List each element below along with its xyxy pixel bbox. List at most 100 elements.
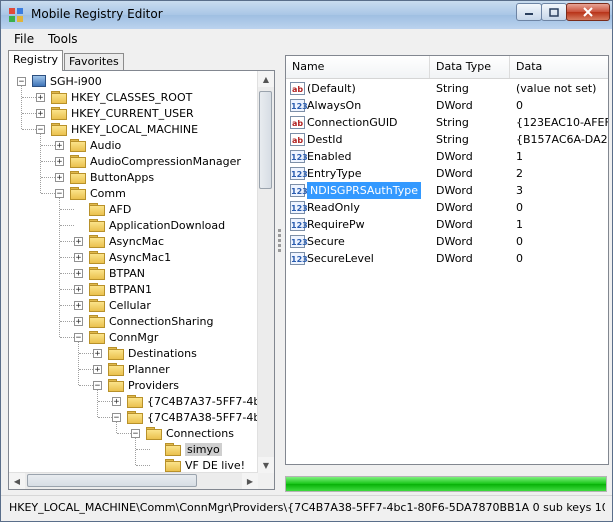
maximize-button[interactable]: [541, 3, 567, 21]
folder-icon: [165, 458, 181, 472]
value-type-cell: DWord: [436, 218, 473, 231]
expand-icon[interactable]: +: [55, 140, 64, 150]
tab-registry[interactable]: Registry: [8, 50, 64, 71]
value-row[interactable]: 123 EntryType DWord 2: [286, 165, 608, 182]
collapse-icon[interactable]: −: [74, 332, 83, 342]
expand-icon[interactable]: +: [74, 236, 83, 246]
registry-tree-view[interactable]: − SGH-i900 + HKEY_CLASSES_ROOT + HKEY_CURRENT…: [8, 70, 275, 490]
value-row[interactable]: ab (Default) String (value not set): [286, 80, 608, 97]
tree-node-label: HKEY_CURRENT_USER: [71, 106, 194, 120]
value-row[interactable]: 123 NDISGPRSAuthType DWord 3: [286, 182, 608, 199]
scroll-up-button[interactable]: ▲: [258, 71, 274, 87]
expand-icon[interactable]: +: [74, 268, 83, 278]
column-header-data[interactable]: Data: [510, 56, 608, 78]
tree-node-label: AFD: [109, 202, 132, 216]
collapse-icon[interactable]: −: [131, 428, 140, 438]
tree-node[interactable]: + Destinations: [93, 345, 197, 361]
value-row[interactable]: 123 Enabled DWord 1: [286, 148, 608, 165]
tree-node[interactable]: + Cellular: [74, 297, 151, 313]
tree-node[interactable]: simyo: [150, 441, 222, 457]
scroll-left-button[interactable]: ◀: [9, 473, 25, 489]
expand-icon[interactable]: +: [74, 300, 83, 310]
folder-icon: [70, 138, 86, 152]
tree-node[interactable]: VF DE live!: [150, 457, 245, 473]
arrow-down-icon: ▼: [262, 460, 270, 470]
tree-vertical-scrollbar[interactable]: ▲ ▼: [257, 71, 274, 473]
expand-icon[interactable]: +: [93, 348, 102, 358]
column-header-name[interactable]: Name: [286, 56, 430, 78]
menu-file[interactable]: File: [14, 32, 34, 46]
expand-icon[interactable]: +: [74, 284, 83, 294]
tree-node[interactable]: + HKEY_CLASSES_ROOT: [36, 89, 192, 105]
tree-node[interactable]: + {7C4B7A37-5FF7-4bc: [112, 393, 258, 409]
folder-icon: [89, 202, 105, 216]
expand-icon[interactable]: +: [36, 108, 45, 118]
tree-node[interactable]: − HKEY_LOCAL_MACHINE: [36, 121, 198, 137]
expand-icon[interactable]: +: [74, 252, 83, 262]
expand-icon[interactable]: +: [36, 92, 45, 102]
value-row[interactable]: 123 AlwaysOn DWord 0: [286, 97, 608, 114]
tree-node[interactable]: + AsyncMac: [74, 233, 164, 249]
collapse-icon[interactable]: −: [93, 380, 102, 390]
tab-favorites[interactable]: Favorites: [64, 53, 124, 70]
tree-connector-line: [41, 161, 55, 162]
column-header-data-type[interactable]: Data Type: [430, 56, 510, 78]
tree-vertical-scroll-thumb[interactable]: [259, 91, 272, 189]
tree-node[interactable]: − ConnMgr: [74, 329, 158, 345]
folder-icon: [89, 218, 105, 232]
tree-connector-line: [79, 353, 93, 354]
dword-value-icon: 123: [290, 218, 308, 231]
value-name-cell: 123 Secure: [290, 233, 430, 250]
tree-node[interactable]: ApplicationDownload: [74, 217, 225, 233]
collapse-icon[interactable]: −: [17, 76, 26, 86]
expand-icon[interactable]: +: [55, 172, 64, 182]
pane-splitter[interactable]: [275, 55, 285, 489]
folder-icon: [89, 330, 105, 344]
tree-horizontal-scrollbar[interactable]: ◀ ▶: [9, 472, 258, 489]
collapse-icon[interactable]: −: [112, 412, 121, 422]
close-button[interactable]: [566, 3, 610, 21]
tree-node[interactable]: − Connections: [131, 425, 234, 441]
tree-node[interactable]: AFD: [74, 201, 131, 217]
expand-icon[interactable]: +: [112, 396, 121, 406]
value-type-cell: DWord: [436, 252, 473, 265]
tree-node[interactable]: + AudioCompressionManager: [55, 153, 241, 169]
tree-node[interactable]: + BTPAN: [74, 265, 145, 281]
values-list-view[interactable]: Name Data Type Data ab (Default) String (va…: [285, 55, 609, 465]
value-row[interactable]: 123 ReadOnly DWord 0: [286, 199, 608, 216]
tree-node[interactable]: + ButtonApps: [55, 169, 154, 185]
tree-node[interactable]: + Audio: [55, 137, 121, 153]
folder-icon: [51, 106, 67, 120]
tree-node[interactable]: − Comm: [55, 185, 126, 201]
tree-node[interactable]: + HKEY_CURRENT_USER: [36, 105, 194, 121]
value-row[interactable]: 123 RequirePw DWord 1: [286, 216, 608, 233]
tree-node[interactable]: + AsyncMac1: [74, 249, 171, 265]
menu-tools[interactable]: Tools: [48, 32, 78, 46]
tree-node[interactable]: + ConnectionSharing: [74, 313, 213, 329]
value-name: (Default): [307, 82, 356, 95]
title-bar[interactable]: Mobile Registry Editor: [1, 1, 612, 29]
expand-icon[interactable]: +: [55, 156, 64, 166]
scroll-down-button[interactable]: ▼: [258, 457, 274, 473]
tree-connector-line: [59, 198, 60, 337]
value-row[interactable]: 123 Secure DWord 0: [286, 233, 608, 250]
collapse-icon[interactable]: −: [36, 124, 45, 134]
expand-icon[interactable]: +: [93, 364, 102, 374]
expand-icon[interactable]: +: [74, 316, 83, 326]
minimize-button[interactable]: [516, 3, 542, 21]
tree-node-label: Comm: [90, 186, 126, 200]
tree-node[interactable]: − {7C4B7A38-5FF7-4bc: [112, 409, 258, 425]
value-row[interactable]: 123 SecureLevel DWord 0: [286, 250, 608, 267]
string-value-icon: ab: [290, 82, 305, 95]
value-type-cell: DWord: [436, 167, 473, 180]
tree-node[interactable]: − Providers: [93, 377, 179, 393]
value-row[interactable]: ab ConnectionGUID String {123EAC10-AFEF-: [286, 114, 608, 131]
value-name: ReadOnly: [307, 201, 360, 214]
value-row[interactable]: abDestId String {B157AC6A-DA25-: [286, 131, 608, 148]
tree-node[interactable]: − SGH-i900: [17, 73, 102, 89]
collapse-icon[interactable]: −: [55, 188, 64, 198]
tree-node[interactable]: + BTPAN1: [74, 281, 152, 297]
scroll-right-button[interactable]: ▶: [242, 473, 258, 489]
tree-horizontal-scroll-thumb[interactable]: [27, 474, 197, 487]
tree-node[interactable]: + Planner: [93, 361, 170, 377]
